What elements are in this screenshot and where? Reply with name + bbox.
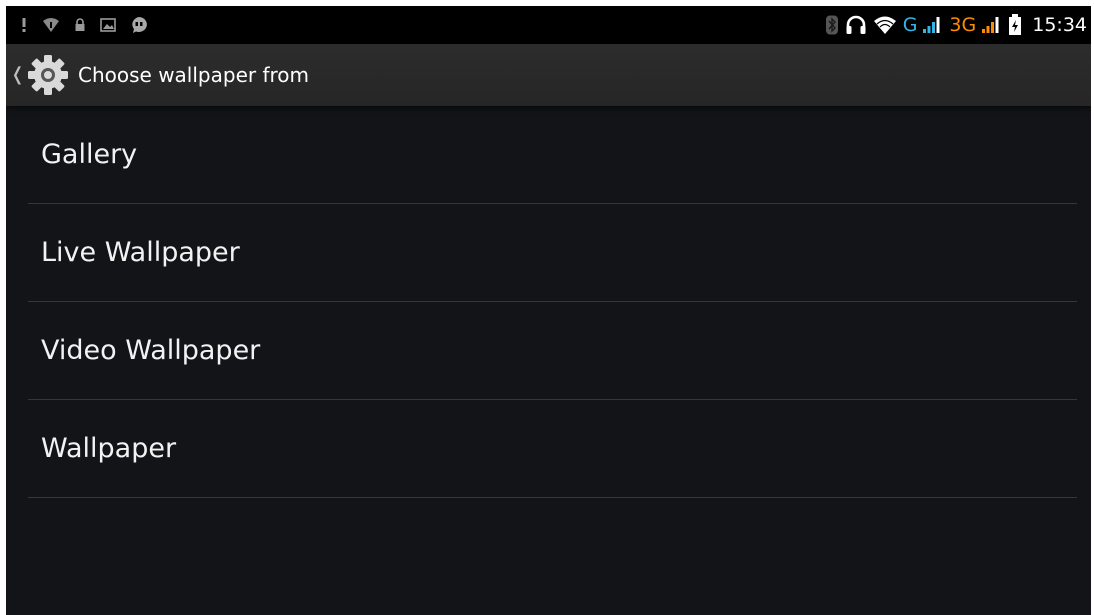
list-item-label: Gallery xyxy=(41,139,138,170)
gear-icon xyxy=(26,53,70,97)
bluetooth-icon xyxy=(825,15,839,35)
page-title: Choose wallpaper from xyxy=(78,63,309,87)
clock: 15:34 xyxy=(1032,13,1087,36)
list-item-live-wallpaper[interactable]: Live Wallpaper xyxy=(28,204,1077,302)
list-item-gallery[interactable]: Gallery xyxy=(28,106,1077,204)
list-item-video-wallpaper[interactable]: Video Wallpaper xyxy=(28,302,1077,400)
wallpaper-source-list: Gallery Live Wallpaper Video Wallpaper W… xyxy=(28,106,1077,498)
system-indicators: G 3G 15:34 xyxy=(825,12,1087,38)
status-bar: G 3G 15:34 xyxy=(6,6,1091,44)
signal-strength-icon-2 xyxy=(982,16,1002,34)
list-item-label: Wallpaper xyxy=(41,433,177,464)
list-item-wallpaper[interactable]: Wallpaper xyxy=(28,400,1077,498)
list-item-label: Live Wallpaper xyxy=(41,237,240,268)
chat-icon xyxy=(130,16,148,34)
usb-debug-icon xyxy=(20,17,28,33)
wifi-icon xyxy=(873,15,897,35)
list-item-label: Video Wallpaper xyxy=(41,335,261,366)
action-bar: ❬ Choose wallpaper from xyxy=(6,44,1091,106)
battery-icon xyxy=(1008,14,1022,36)
wifi-alert-icon xyxy=(42,17,60,33)
image-icon xyxy=(100,18,116,32)
lock-icon xyxy=(74,18,86,32)
up-button[interactable]: ❬ xyxy=(6,44,76,106)
notification-icons xyxy=(20,14,148,36)
chevron-left-icon: ❬ xyxy=(10,64,26,85)
network-type-label: G xyxy=(902,13,918,36)
headset-icon xyxy=(845,14,867,36)
network-type-label-2: 3G xyxy=(949,13,977,36)
signal-strength-icon xyxy=(923,16,943,34)
device-screen: G 3G 15:34 ❬ Choose wallpaper from Galle… xyxy=(6,6,1091,615)
